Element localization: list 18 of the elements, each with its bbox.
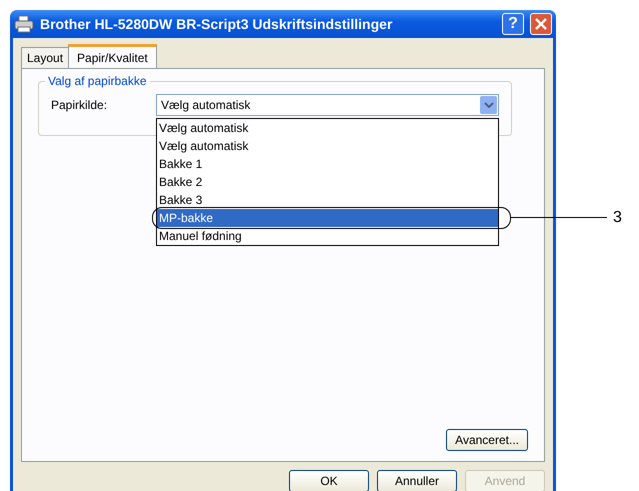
dialog-button[interactable]: Annuller [377,470,457,491]
dropdown-option[interactable]: Vælg automatisk [157,119,498,137]
dialog-button[interactable]: OK [289,470,369,491]
group-title: Valg af papirbakke [45,74,150,88]
dropdown-option[interactable]: Vælg automatisk [157,137,498,155]
window-title: Brother HL-5280DW BR-Script3 Udskriftsindstillinger [40,16,394,32]
tab[interactable]: Papir/Kvalitet [68,44,157,68]
tab[interactable]: Layout [21,47,70,68]
field-label: Papirkilde: [51,97,108,112]
dropdown-option[interactable]: Bakke 2 [157,173,498,191]
help-button[interactable]: ? [502,13,524,35]
dropdown-option[interactable]: Bakke 1 [157,155,498,173]
advanced-button[interactable]: Avanceret... [446,429,528,451]
dropdown-option[interactable]: MP-bakke [157,209,498,227]
dropdown-option[interactable]: Bakke 3 [157,191,498,209]
dropdown-option[interactable]: Manuel fødning [157,227,498,245]
callout-number: 3 [613,208,622,228]
paper-source-dropdown[interactable]: Vælg automatisk [156,94,499,116]
